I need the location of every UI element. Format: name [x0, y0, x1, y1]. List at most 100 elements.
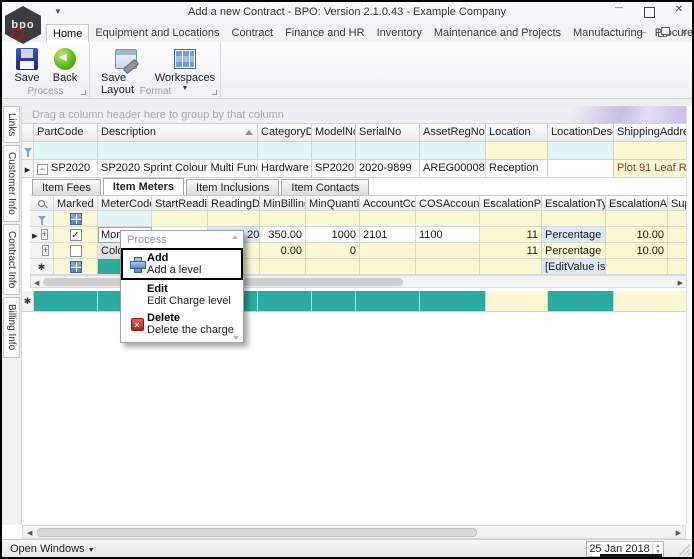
column-header-minbilling[interactable]: MinBilling [260, 195, 306, 211]
dialog-launcher-icon[interactable] [81, 90, 86, 95]
filter-cell-escalationamount[interactable] [606, 211, 668, 227]
filter-cell-escalationperiod[interactable] [480, 211, 542, 227]
newrow-cell-location[interactable] [486, 291, 548, 312]
cell-marked[interactable] [54, 227, 98, 243]
filter-cell-readingdate[interactable] [208, 211, 260, 227]
checkbox-unchecked-icon[interactable] [69, 244, 82, 257]
cell-marked[interactable] [54, 243, 98, 259]
filter-cell-location[interactable] [486, 142, 548, 160]
back-button[interactable]: Back [46, 45, 84, 85]
column-header-readingdate[interactable]: ReadingDate [208, 195, 260, 211]
group-by-panel[interactable]: Drag a column header here to group by th… [22, 106, 692, 124]
cell-escalationamount[interactable]: 10.00 [606, 227, 668, 243]
sidetab-billing-info[interactable]: Billing Info [3, 297, 20, 358]
newrow-cell-modelno[interactable] [312, 291, 356, 312]
cell-minbilling[interactable]: 0.00 [260, 243, 306, 259]
main-horizontal-scrollbar[interactable]: ◀ ▶ [22, 525, 686, 539]
scrollbar-thumb[interactable] [37, 528, 477, 537]
filter-cell-categorydesc[interactable] [258, 142, 312, 160]
menu-item-edit[interactable]: Edit Edit Charge level [123, 281, 241, 309]
filter-cell-minbilling[interactable] [260, 211, 306, 227]
expand-row-icon[interactable] [40, 229, 48, 240]
cell-minquantity[interactable]: 1000 [306, 227, 360, 243]
tab-home[interactable]: Home [46, 24, 90, 42]
column-header-metercode[interactable]: MeterCode [98, 195, 152, 211]
column-header-shippingaddress[interactable]: ShippingAddress [614, 124, 692, 142]
vertical-scrollbar-track[interactable] [686, 106, 692, 525]
cell-minbilling[interactable] [260, 259, 306, 275]
mdi-minimize-icon[interactable] [638, 27, 646, 38]
cell-escalationperiod[interactable]: 11 [480, 243, 542, 259]
menu-item-delete[interactable]: Delete Delete the charge [123, 310, 241, 338]
cell-description[interactable]: SP2020 Sprint Colour Multi Functional Co… [98, 160, 258, 178]
newrow-cell-serialno[interactable] [356, 291, 420, 312]
cell-cosaccountcode[interactable] [416, 259, 480, 275]
column-header-assetregno[interactable]: AssetRegNo [420, 124, 486, 142]
cell-accountcode[interactable] [360, 259, 416, 275]
tab-contract[interactable]: Contract [226, 24, 280, 42]
newrow-cell-locationdesc[interactable] [548, 291, 614, 312]
filter-cell-modelno[interactable] [312, 142, 356, 160]
collapse-row-icon[interactable] [37, 164, 48, 175]
column-header-description[interactable]: Description [98, 124, 258, 142]
expand-row-icon[interactable] [41, 245, 50, 256]
cell-categorydesc[interactable]: Hardware [258, 160, 312, 178]
filter-cell-partcode[interactable] [34, 142, 98, 160]
filter-cell-metercode[interactable] [98, 211, 152, 227]
cell-escalationtype[interactable]: Percentage [542, 243, 606, 259]
minimize-button[interactable] [612, 3, 626, 15]
tab-item-fees[interactable]: Item Fees [32, 179, 101, 195]
tab-maintenance-and-projects[interactable]: Maintenance and Projects [428, 24, 567, 42]
sidetab-links[interactable]: Links [3, 106, 20, 144]
filter-cell-startreading[interactable] [152, 211, 208, 227]
scroll-left-icon[interactable]: ◀ [27, 529, 32, 537]
cell-cosaccountcode[interactable] [416, 243, 480, 259]
cell-escalationtype[interactable]: Percentage [542, 227, 606, 243]
filter-cell-serialno[interactable] [356, 142, 420, 160]
scroll-right-icon[interactable]: ▶ [676, 529, 681, 537]
column-chooser-cell[interactable] [30, 195, 54, 211]
filter-cell-minquantity[interactable] [306, 211, 360, 227]
cell-escalationamount[interactable]: 10.00 [606, 243, 668, 259]
cell-minquantity[interactable]: 0 [306, 243, 360, 259]
column-header-location[interactable]: Location [486, 124, 548, 142]
cell-accountcode[interactable] [360, 243, 416, 259]
cell-marked[interactable] [54, 259, 98, 275]
cell-locationdesc[interactable] [548, 160, 614, 178]
filter-cell-accountcode[interactable] [360, 211, 416, 227]
filter-cell-escalationtype[interactable] [542, 211, 606, 227]
scroll-left-icon[interactable]: ◀ [34, 279, 39, 287]
column-header-minquantity[interactable]: MinQuantity [306, 195, 360, 211]
column-header-categorydesc[interactable]: CategoryDesc [258, 124, 312, 142]
column-header-escalationtype[interactable]: EscalationType [542, 195, 606, 211]
column-header-cosaccountcode[interactable]: COSAccountCode [416, 195, 480, 211]
cell-assetregno[interactable]: AREG000083 [420, 160, 486, 178]
tab-item-inclusions[interactable]: Item Inclusions [186, 179, 280, 195]
newrow-cell-shippingaddress[interactable] [614, 291, 692, 312]
open-windows-button[interactable]: Open Windows ▼ [10, 543, 95, 555]
sidetab-contract-info[interactable]: Contract Info [3, 224, 20, 296]
filter-cell-description[interactable] [98, 142, 258, 160]
column-header-accountcode[interactable]: AccountCode [360, 195, 416, 211]
tab-manufacturing[interactable]: Manufacturing [567, 24, 649, 42]
cell-escalationamount[interactable] [606, 259, 668, 275]
save-button[interactable]: Save [8, 45, 46, 85]
cell-modelno[interactable]: SP2020 [312, 160, 356, 178]
tab-equipment-and-locations[interactable]: Equipment and Locations [89, 24, 225, 42]
mdi-close-icon[interactable] [680, 27, 688, 38]
column-header-escalationamount[interactable]: EscalationAmount [606, 195, 668, 211]
checkbox-checked-icon[interactable] [69, 228, 82, 241]
cell-shippingaddress[interactable]: Plot 91 Leaf Road, Fo [614, 160, 692, 178]
newrow-cell-categorydesc[interactable] [258, 291, 312, 312]
filter-cell-locationdesc[interactable] [548, 142, 614, 160]
cell-location[interactable]: Reception [486, 160, 548, 178]
mdi-restore-icon[interactable] [658, 27, 671, 38]
cell-cosaccountcode[interactable]: 1100 [416, 227, 480, 243]
chevron-down-icon[interactable] [233, 336, 239, 340]
cell-minbilling[interactable]: 350.00 [260, 227, 306, 243]
cell-partcode[interactable]: SP2020 [34, 160, 98, 178]
cell-minquantity[interactable] [306, 259, 360, 275]
column-header-partcode[interactable]: PartCode [34, 124, 98, 142]
tab-item-meters[interactable]: Item Meters [102, 178, 185, 195]
filter-cell-cosaccountcode[interactable] [416, 211, 480, 227]
